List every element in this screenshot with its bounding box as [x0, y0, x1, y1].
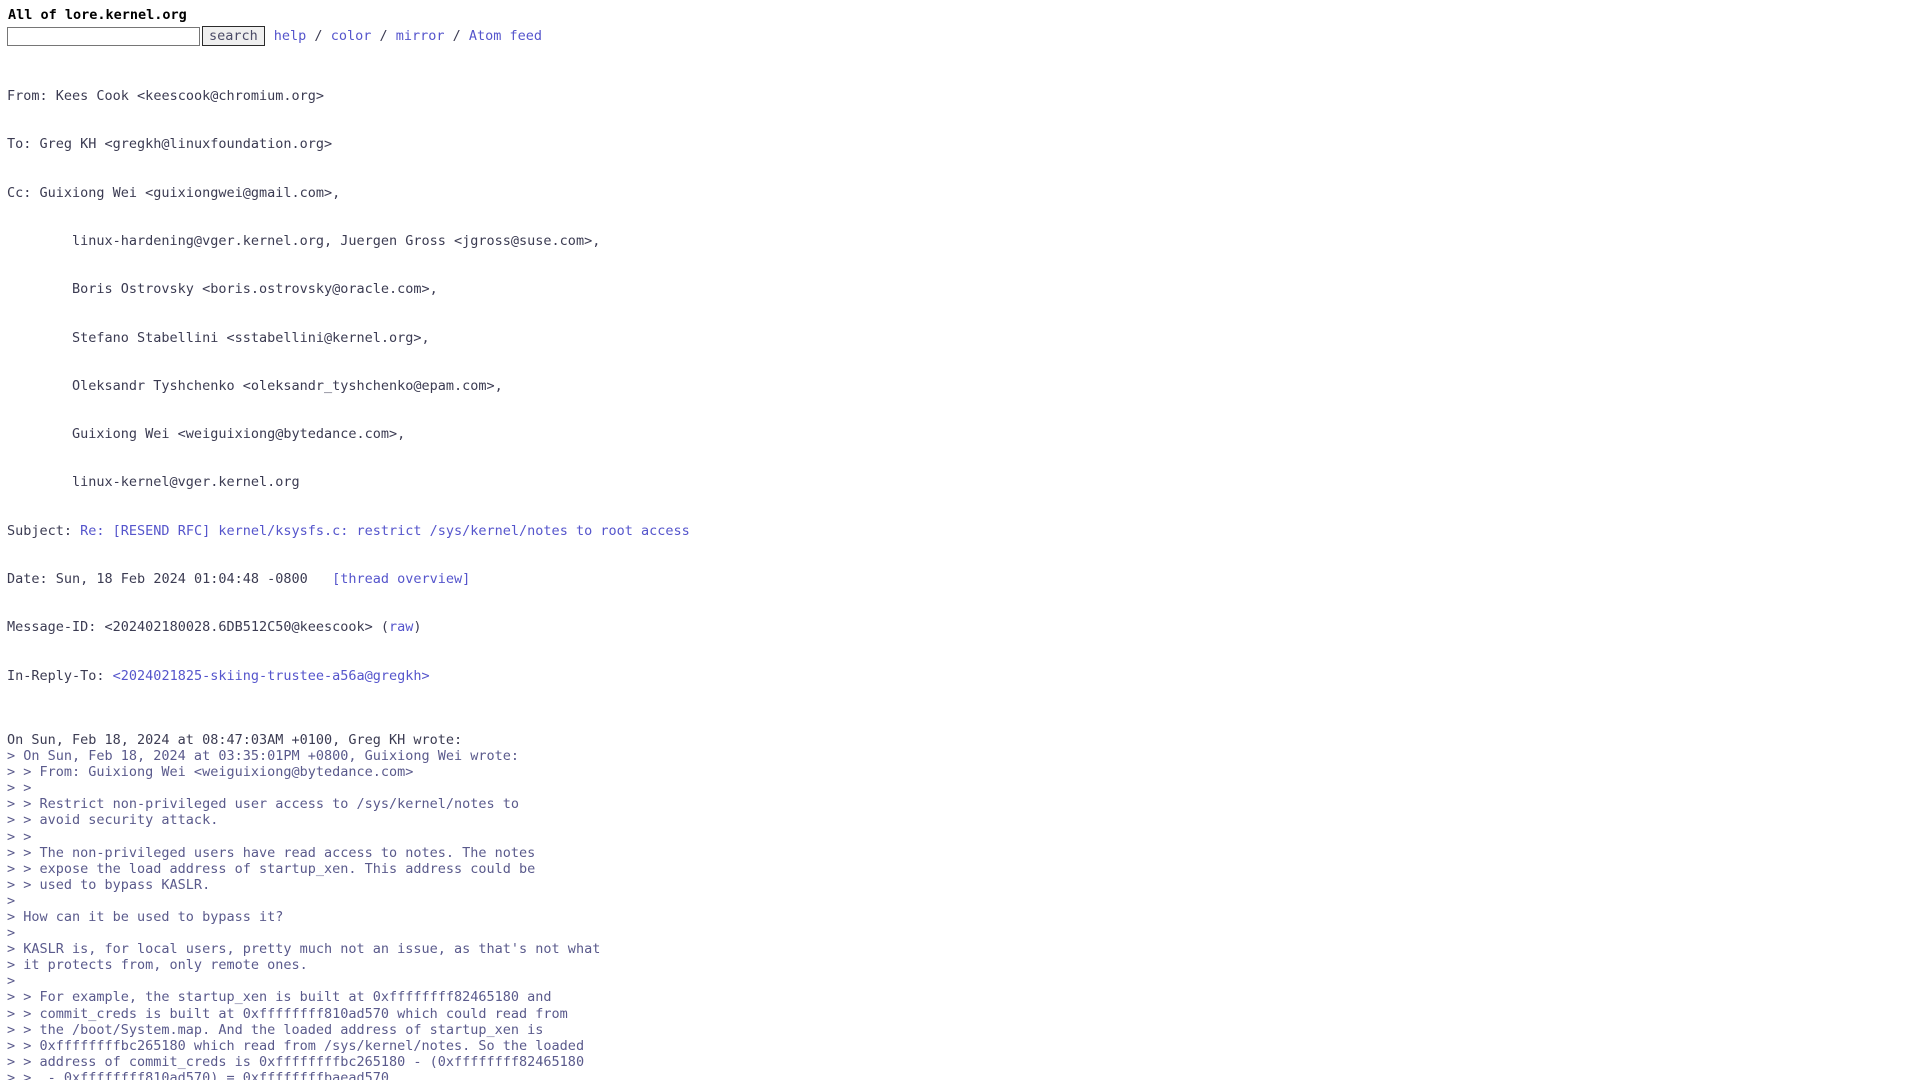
- header-date: Date: Sun, 18 Feb 2024 01:04:48 -0800 [t…: [7, 571, 1920, 587]
- cc-value-0: Guixiong Wei <guixiongwei@gmail.com>,: [39, 184, 341, 201]
- body-quoted-line: > > address of commit_creds is 0xfffffff…: [7, 1053, 585, 1070]
- body-quoted-line: > >: [7, 828, 32, 845]
- to-value: Greg KH <gregkh@linuxfoundation.org>: [39, 136, 333, 153]
- to-label: To:: [7, 136, 40, 153]
- from-value: Kees Cook <keescook@chromium.org>: [55, 88, 324, 105]
- from-label: From:: [7, 88, 56, 105]
- nav-separator-1: /: [306, 28, 331, 44]
- cc-value-1: linux-hardening@vger.kernel.org, Juergen…: [7, 233, 601, 250]
- body-quoted-line: > > avoid security attack.: [7, 812, 219, 829]
- body-quoted-line: > > 0xffffffffbc265180 which read from /…: [7, 1037, 585, 1054]
- body-quoted-line: > > expose the load address of startup_x…: [7, 860, 536, 877]
- cc-value-3: Stefano Stabellini <sstabellini@kernel.o…: [7, 329, 430, 346]
- page-title: All of lore.kernel.org: [8, 7, 187, 23]
- message-id-value: <202402180028.6DB512C50@keescook>: [104, 619, 373, 636]
- header-message-id: Message-ID: <202402180028.6DB512C50@kees…: [7, 619, 1920, 635]
- thread-overview-link[interactable]: [thread overview]: [332, 571, 470, 587]
- header-subject: Subject: Re: [RESEND RFC] kernel/ksysfs.…: [7, 523, 1920, 539]
- header-cc: Cc: Guixiong Wei <guixiongwei@gmail.com>…: [7, 185, 1920, 201]
- body-quoted-line: > > From: Guixiong Wei <weiguixiong@byte…: [7, 764, 414, 781]
- header-in-reply-to: In-Reply-To: <2024021825-skiing-trustee-…: [7, 668, 1920, 684]
- raw-link[interactable]: raw: [389, 619, 413, 635]
- body-quoted-line: > > For example, the startup_xen is buil…: [7, 989, 552, 1006]
- subject-link[interactable]: Re: [RESEND RFC] kernel/ksysfs.c: restri…: [80, 523, 690, 539]
- body-line: On Sun, Feb 18, 2024 at 08:47:03AM +0100…: [7, 731, 463, 748]
- search-form: search help / color / mirror / Atom feed: [7, 26, 1920, 46]
- body-quoted-line: >: [7, 973, 16, 990]
- header-from: From: Kees Cook <keescook@chromium.org>: [7, 88, 1920, 104]
- search-input[interactable]: [7, 26, 200, 46]
- body-quoted-line: >: [7, 925, 16, 942]
- subject-label: Subject:: [7, 522, 81, 539]
- color-link[interactable]: color: [331, 28, 372, 44]
- raw-open-paren: (: [372, 619, 390, 636]
- cc-value-5: Guixiong Wei <weiguixiong@bytedance.com>…: [7, 426, 406, 443]
- body-quoted-line: > How can it be used to bypass it?: [7, 908, 284, 925]
- in-reply-to-label: In-Reply-To:: [7, 667, 113, 684]
- body-quoted-line: > > The non-privileged users have read a…: [7, 844, 536, 861]
- in-reply-to-link[interactable]: <2024021825-skiing-trustee-a56a@gregkh>: [113, 668, 430, 684]
- message-id-label: Message-ID:: [7, 619, 105, 636]
- date-label: Date:: [7, 571, 56, 587]
- body-line: [7, 716, 1920, 732]
- body-quoted-line: > > Restrict non-privileged user access …: [7, 796, 520, 813]
- body-quoted-line: > > commit_creds is built at 0xffffffff8…: [7, 1005, 568, 1022]
- body-quoted-line: > > used to bypass KASLR.: [7, 876, 211, 893]
- message-body: On Sun, Feb 18, 2024 at 08:47:03AM +0100…: [7, 716, 1920, 1080]
- body-quoted-line: > > the /boot/System.map. And the loaded…: [7, 1021, 544, 1038]
- date-value: Sun, 18 Feb 2024 01:04:48 -0800: [55, 571, 308, 587]
- cc-value-6: linux-kernel@vger.kernel.org: [7, 474, 300, 491]
- body-quoted-line: >: [7, 892, 16, 909]
- cc-label: Cc:: [7, 184, 40, 201]
- body-quoted-line: > KASLR is, for local users, pretty much…: [7, 941, 601, 958]
- cc-value-4: Oleksandr Tyshchenko <oleksandr_tyshchen…: [7, 377, 503, 394]
- body-quoted-line: > >: [7, 780, 32, 797]
- header-to: To: Greg KH <gregkh@linuxfoundation.org>: [7, 136, 1920, 152]
- raw-close-paren: ): [413, 619, 422, 636]
- body-quoted-line: > > - 0xffffffff810ad570) = 0xffffffffba…: [7, 1069, 398, 1080]
- mirror-link[interactable]: mirror: [396, 28, 445, 44]
- nav-links: help / color / mirror / Atom feed: [274, 28, 542, 44]
- nav-separator-3: /: [444, 28, 469, 44]
- help-link[interactable]: help: [274, 28, 307, 44]
- cc-value-2: Boris Ostrovsky <boris.ostrovsky@oracle.…: [7, 281, 438, 298]
- nav-separator-2: /: [371, 28, 396, 44]
- body-quoted-line: > it protects from, only remote ones.: [7, 957, 308, 974]
- body-quoted-line: > On Sun, Feb 18, 2024 at 03:35:01PM +08…: [7, 748, 520, 765]
- date-gap: [308, 571, 332, 587]
- search-button[interactable]: search: [202, 26, 265, 46]
- atom-feed-link[interactable]: Atom feed: [469, 28, 542, 44]
- message-view: From: Kees Cook <keescook@chromium.org> …: [7, 56, 1920, 1080]
